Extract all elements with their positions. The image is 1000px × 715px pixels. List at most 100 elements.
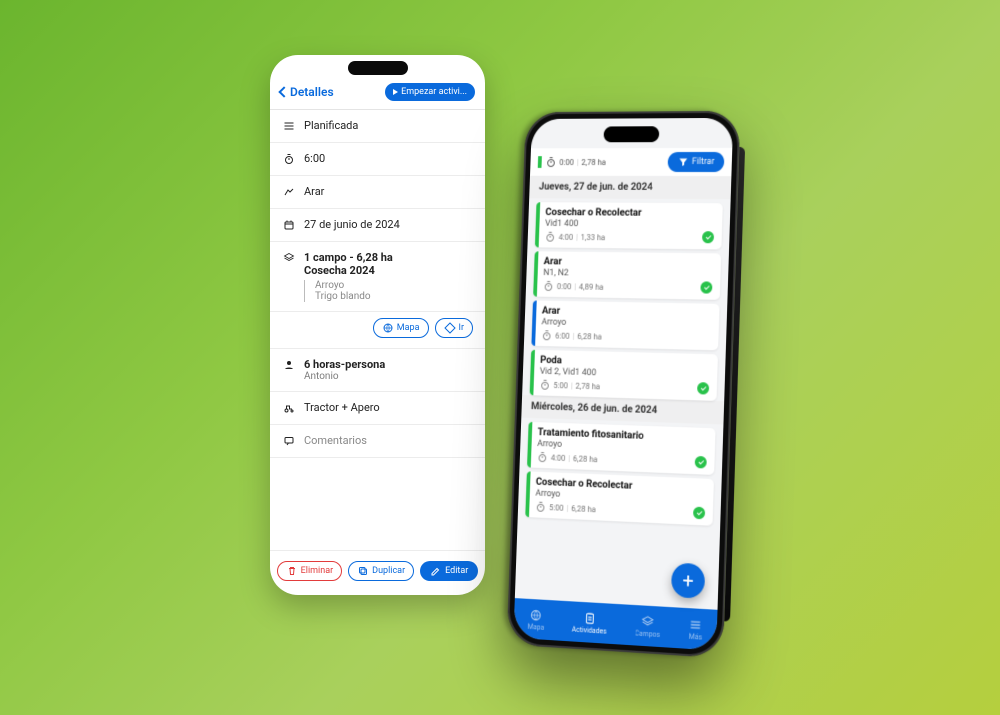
comments-text: Comentarios (304, 434, 473, 447)
activity-meta: 6:00 | 6,28 ha (541, 329, 711, 345)
check-icon (697, 382, 709, 394)
activity-title: Cosechar o Recolectar (545, 207, 715, 219)
menu-icon (689, 617, 703, 632)
play-icon (393, 89, 398, 95)
phone-details: Detalles Empezar activi... Planificada 6… (270, 55, 485, 595)
comment-icon (282, 434, 296, 448)
summary-area: 2,78 ha (581, 158, 606, 167)
tab-activities-label: Actividades (572, 625, 607, 635)
details-actions: Eliminar Duplicar Editar (270, 550, 485, 581)
row-worker: 6 horas-persona Antonio (270, 349, 485, 392)
date-text: 27 de junio de 2024 (304, 218, 473, 231)
stopwatch-icon (535, 501, 547, 513)
row-equipment: Tractor + Apero (270, 392, 485, 425)
plow-icon (282, 185, 296, 199)
activity-card[interactable]: Arar N1, N2 0:00 | 4,89 ha (533, 251, 721, 300)
back-button[interactable]: Detalles (280, 85, 334, 99)
calendar-icon (282, 218, 296, 232)
activity-time: 5:00 (553, 381, 568, 390)
activity-area: 4,89 ha (579, 282, 604, 291)
funnel-icon (677, 156, 689, 168)
status-text: Planificada (304, 119, 473, 132)
accent-bar (535, 202, 540, 247)
map-button[interactable]: Mapa (373, 318, 429, 338)
accent-bar (530, 350, 535, 396)
delete-label: Eliminar (301, 566, 334, 576)
accent-bar (527, 422, 532, 468)
field-icon (282, 251, 296, 265)
activity-time: 0:00 (557, 282, 572, 291)
activity-area: 6,28 ha (571, 504, 596, 514)
check-icon (695, 456, 707, 469)
tab-more[interactable]: Más (688, 617, 703, 641)
row-date: 27 de junio de 2024 (270, 209, 485, 242)
check-icon (700, 281, 712, 293)
hours-text: 6 horas-persona (304, 358, 473, 371)
phone-screen: 0:00 | 2,78 ha Filtrar Jueves, 27 de jun… (513, 118, 733, 651)
stopwatch-icon (282, 152, 296, 166)
plus-icon: + (682, 568, 694, 593)
activity-time: 4:00 (559, 232, 574, 241)
start-activity-button[interactable]: Empezar activi... (385, 83, 475, 101)
activity-area: 2,78 ha (575, 381, 600, 391)
activity-meta: 0:00 | 4,89 ha (543, 280, 713, 295)
phone-activities: 0:00 | 2,78 ha Filtrar Jueves, 27 de jun… (510, 110, 735, 650)
equipment-text: Tractor + Apero (304, 401, 473, 414)
tab-more-label: Más (689, 632, 703, 641)
row-field: 1 campo - 6,28 ha Cosecha 2024 Arroyo Tr… (270, 242, 485, 312)
edit-button[interactable]: Editar (420, 561, 478, 581)
person-icon (282, 358, 296, 372)
activity-time: 6:00 (555, 331, 570, 340)
check-icon (693, 507, 705, 520)
map-label: Mapa (397, 323, 420, 333)
filter-label: Filtrar (692, 157, 715, 167)
activity-type-text: Arar (304, 185, 473, 198)
status-icon (282, 119, 296, 133)
tab-maps[interactable]: Mapa (527, 607, 544, 631)
activity-time: 5:00 (549, 503, 564, 513)
tractor-icon (282, 401, 296, 415)
map-buttons-row: Mapa Ir (270, 312, 485, 349)
stopwatch-icon (545, 156, 557, 168)
accent-bar (533, 251, 538, 296)
row-status: Planificada (270, 110, 485, 143)
stopwatch-icon (544, 231, 556, 243)
go-button[interactable]: Ir (435, 318, 474, 338)
chevron-left-icon (278, 86, 289, 97)
copy-icon (357, 565, 369, 577)
activity-card[interactable]: Cosechar o Recolectar Arroyo 5:00 | 6,28… (525, 471, 714, 525)
row-comments[interactable]: Comentarios (270, 425, 485, 458)
row-time: 6:00 (270, 143, 485, 176)
stopwatch-icon (541, 329, 553, 341)
delete-button[interactable]: Eliminar (277, 561, 343, 581)
summary-time: 0:00 (559, 158, 574, 167)
activity-card[interactable]: Cosechar o Recolectar Vid1 400 4:00 | 1,… (535, 202, 723, 249)
globe-icon (382, 322, 394, 334)
stopwatch-icon (537, 451, 549, 463)
activity-meta: 5:00 | 2,78 ha (539, 379, 709, 396)
activity-meta: 5:00 | 6,28 ha (535, 501, 705, 521)
trash-icon (286, 565, 298, 577)
filter-button[interactable]: Filtrar (667, 152, 724, 172)
worker-text: Antonio (304, 371, 473, 382)
row-activity-type: Arar (270, 176, 485, 209)
field-crop: Trigo blando (315, 291, 473, 302)
activity-card[interactable]: Tratamiento fitosanitario Arroyo 4:00 | … (527, 422, 716, 475)
add-activity-fab[interactable]: + (671, 562, 705, 598)
phone-notch (348, 61, 408, 75)
activity-card[interactable]: Poda Vid 2, Vid1 400 5:00 | 2,78 ha (530, 350, 718, 401)
activity-card[interactable]: Arar Arroyo 6:00 | 6,28 ha (531, 300, 719, 350)
pencil-icon (430, 565, 442, 577)
summary-badge: 0:00 | 2,78 ha (538, 156, 606, 168)
duplicate-button[interactable]: Duplicar (348, 561, 414, 581)
accent-bar (531, 300, 536, 345)
field-title: 1 campo - 6,28 ha (304, 251, 473, 264)
activity-location: Vid1 400 (545, 219, 715, 230)
activity-area: 6,28 ha (573, 454, 598, 464)
stopwatch-icon (543, 280, 555, 292)
duplicate-label: Duplicar (372, 566, 405, 576)
check-icon (702, 231, 714, 243)
globe-icon (529, 607, 543, 622)
tab-maps-label: Mapa (527, 622, 544, 631)
activity-time: 4:00 (551, 453, 566, 463)
